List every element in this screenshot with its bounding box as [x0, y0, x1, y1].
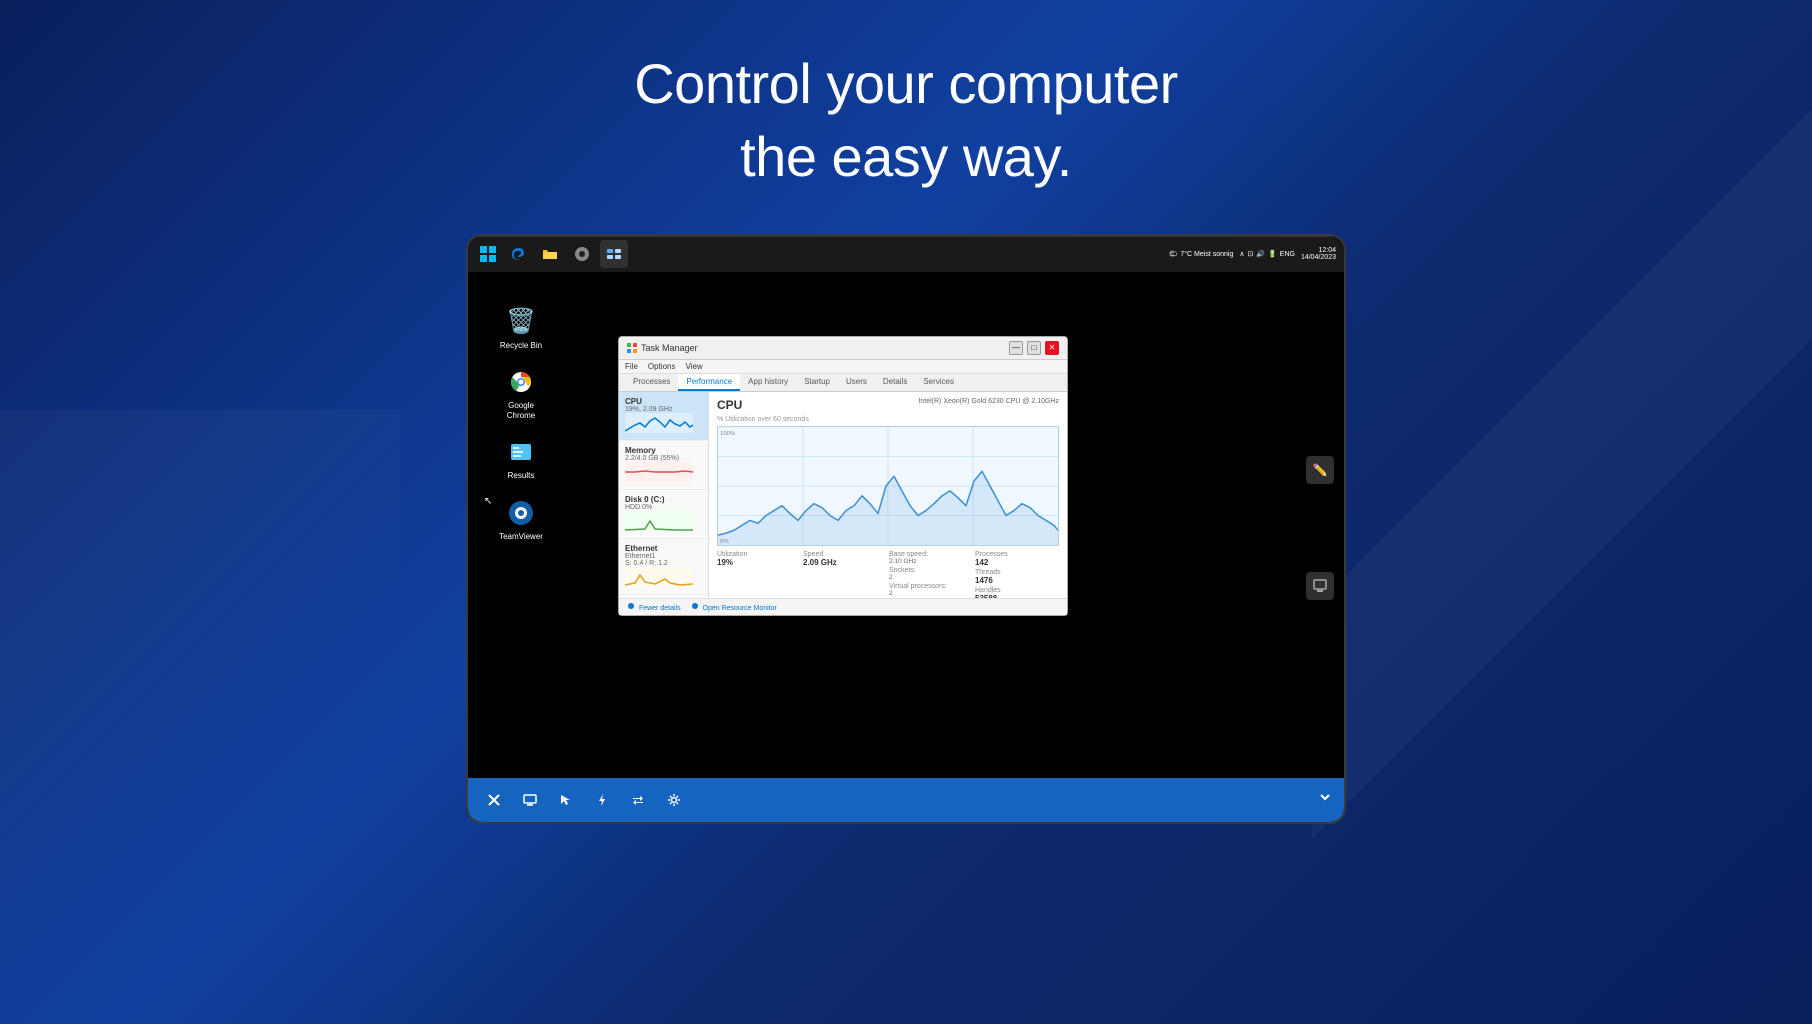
toolbar-transfer-btn[interactable] [624, 786, 652, 814]
resource-sidebar: CPU 19%, 2.09 GHz Memory 2.2/4.0 GB (55%… [619, 392, 709, 598]
cpu-mini-graph [625, 413, 693, 433]
resource-cpu[interactable]: CPU 19%, 2.09 GHz [619, 392, 708, 441]
teamviewer-icon[interactable]: TeamViewer [496, 497, 546, 542]
taskbar-settings[interactable] [568, 240, 596, 268]
tab-details[interactable]: Details [875, 374, 915, 391]
disk-mini-graph [625, 511, 693, 531]
toolbar-close-btn[interactable] [480, 786, 508, 814]
cursor-indicator: ↖ [484, 496, 496, 508]
task-manager-icon [627, 343, 637, 353]
chrome-icon[interactable]: Google Chrome [496, 366, 546, 420]
resource-ethernet[interactable]: Ethernet Ethernet1 S: 0.4 / R: 1.2 [619, 539, 708, 595]
menu-file[interactable]: File [625, 362, 638, 371]
resource-memory[interactable]: Memory 2.2/4.0 GB (55%) [619, 441, 708, 490]
minimize-button[interactable]: — [1009, 341, 1023, 355]
tray-volume[interactable]: 🔊 [1256, 250, 1265, 258]
headline-line1: Control your computer [634, 52, 1178, 115]
taskbar-edge[interactable] [504, 240, 532, 268]
system-icons: ∧ ⊡ 🔊 🔋 ENG [1239, 250, 1295, 258]
desktop-icons: 🗑️ Recycle Bin Google Chrome [496, 306, 546, 542]
toolbar-settings-btn[interactable] [660, 786, 688, 814]
remote-toolbar [468, 778, 1344, 822]
cpu-header: CPU Intel(R) Xeon(R) Gold 6230 CPU @ 2.1… [717, 398, 1059, 412]
cpu-subtitle: % Utilization over 60 seconds [717, 416, 1059, 423]
tab-services[interactable]: Services [915, 374, 962, 391]
task-manager-title: Task Manager [627, 343, 698, 353]
task-manager-body: CPU 19%, 2.09 GHz Memory 2.2/4.0 GB (55%… [619, 392, 1067, 598]
tab-app-history[interactable]: App history [740, 374, 796, 391]
right-controls: ✏️ [1306, 456, 1334, 600]
close-button[interactable]: ✕ [1045, 341, 1059, 355]
resource-disk[interactable]: Disk 0 (C:) HDD 0% [619, 490, 708, 539]
tray-battery[interactable]: 🔋 [1268, 250, 1277, 258]
windows-taskbar: 🌤 7°C Meist sonnig ∧ ⊡ 🔊 🔋 ENG 12:04 14/… [468, 236, 1344, 272]
tab-startup[interactable]: Startup [796, 374, 838, 391]
svg-text:0%: 0% [720, 539, 729, 545]
cpu-graph: 100% 0% [717, 426, 1059, 546]
tray-network[interactable]: ⊡ [1247, 250, 1253, 258]
system-tray: 🌤 7°C Meist sonnig ∧ ⊡ 🔊 🔋 ENG 12:04 14/… [1168, 247, 1336, 261]
toolbar-cursor-btn[interactable] [552, 786, 580, 814]
ethernet-mini-graph [625, 567, 693, 587]
task-manager-titlebar: Task Manager — □ ✕ [619, 337, 1067, 360]
stat-base-speed: Base speed: 2.10 GHz Sockets: 2 Virtual … [889, 551, 973, 598]
toolbar-monitor-btn[interactable] [516, 786, 544, 814]
window-controls: — □ ✕ [1009, 341, 1059, 355]
start-button[interactable] [476, 242, 500, 266]
headline-line2: the easy way. [740, 125, 1072, 188]
clock[interactable]: 12:04 14/04/2023 [1301, 247, 1336, 261]
results-icon[interactable]: Results [496, 436, 546, 481]
menu-options[interactable]: Options [648, 362, 676, 371]
windows-desktop: 🗑️ Recycle Bin Google Chrome [468, 236, 1344, 778]
taskbar-explorer[interactable] [536, 240, 564, 268]
task-manager-tabs: Processes Performance App history Startu… [619, 374, 1067, 392]
tray-chevron[interactable]: ∧ [1239, 250, 1244, 258]
recycle-bin-icon[interactable]: 🗑️ Recycle Bin [496, 306, 546, 351]
cpu-title: CPU [717, 398, 742, 412]
taskbar-taskview[interactable] [600, 240, 628, 268]
svg-text:100%: 100% [720, 430, 736, 436]
tab-processes[interactable]: Processes [625, 374, 678, 391]
toolbar-expand-btn[interactable] [1318, 790, 1332, 809]
edit-button[interactable]: ✏️ [1306, 456, 1334, 484]
toolbar-flash-btn[interactable] [588, 786, 616, 814]
memory-mini-graph [625, 462, 693, 482]
task-manager-menubar: File Options View [619, 360, 1067, 374]
cpu-model: Intel(R) Xeon(R) Gold 6230 CPU @ 2.10GHz [918, 398, 1059, 412]
cpu-stats: Utilization 19% Speed 2.09 GHz Base spee… [717, 551, 1059, 598]
cpu-main-panel: CPU Intel(R) Xeon(R) Gold 6230 CPU @ 2.1… [709, 392, 1067, 598]
tab-users[interactable]: Users [838, 374, 875, 391]
menu-view[interactable]: View [685, 362, 702, 371]
fewer-details-btn[interactable]: Fewer details [627, 602, 681, 612]
tab-performance[interactable]: Performance [678, 374, 740, 391]
open-resource-monitor-btn[interactable]: Open Resource Monitor [691, 602, 777, 612]
headline: Control your computer the easy way. [634, 48, 1178, 194]
maximize-button[interactable]: □ [1027, 341, 1041, 355]
weather-info[interactable]: 🌤 7°C Meist sonnig [1168, 250, 1233, 258]
task-manager-window: Task Manager — □ ✕ File Options View Pro… [618, 336, 1068, 616]
stat-processes: Processes 142 Threads 1476 Handles 53588 [975, 551, 1059, 598]
stat-utilization: Utilization 19% [717, 551, 801, 598]
device-frame: 🗑️ Recycle Bin Google Chrome [466, 234, 1346, 824]
device-button[interactable] [1306, 572, 1334, 600]
stat-speed: Speed 2.09 GHz [803, 551, 887, 598]
tray-lang[interactable]: ENG [1280, 251, 1295, 258]
task-manager-footer: Fewer details Open Resource Monitor [619, 598, 1067, 615]
